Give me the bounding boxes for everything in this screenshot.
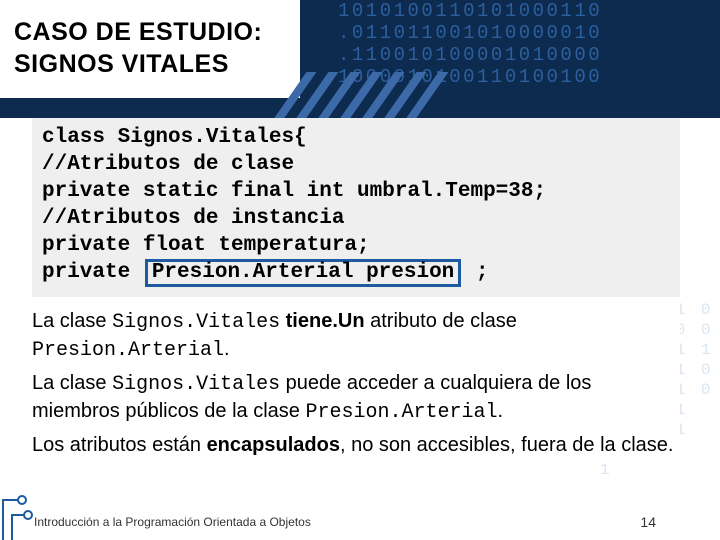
binary-row: .011011001010000010 xyxy=(338,22,720,44)
explanation-paragraph: Los atributos están encapsulados, no son… xyxy=(32,432,680,458)
code-block: class Signos.Vitales{ //Atributos de cla… xyxy=(32,118,680,297)
code-line: private float temperatura; xyxy=(42,232,670,259)
code-line: private Presion.Arterial presion ; xyxy=(42,259,670,287)
code-line: //Atributos de clase xyxy=(42,151,670,178)
footer-text: Introducción a la Programación Orientada… xyxy=(34,515,311,529)
highlighted-type: Presion.Arterial presion xyxy=(145,259,461,287)
explanation-block: La clase Signos.Vitales tiene.Un atribut… xyxy=(32,302,680,464)
code-line: private static final int umbral.Temp=38; xyxy=(42,178,670,205)
title-line-2: SIGNOS VITALES xyxy=(14,50,229,78)
explanation-paragraph: La clase Signos.Vitales puede acceder a … xyxy=(32,370,680,426)
title-box: CASO DE ESTUDIO: SIGNOS VITALES xyxy=(0,0,300,98)
footer: Introducción a la Programación Orientada… xyxy=(34,514,686,530)
code-line: class Signos.Vitales{ xyxy=(42,124,670,151)
code-line: //Atributos de instancia xyxy=(42,205,670,232)
title-line-1: CASO DE ESTUDIO: xyxy=(14,18,262,46)
binary-row: 1010100110101000110 xyxy=(338,0,720,22)
diagonal-stripes xyxy=(282,72,482,118)
explanation-paragraph: La clase Signos.Vitales tiene.Un atribut… xyxy=(32,308,680,364)
page-number: 14 xyxy=(640,514,656,530)
circuit-icon xyxy=(0,480,40,540)
binary-row: .110010100001010000 xyxy=(338,44,720,66)
